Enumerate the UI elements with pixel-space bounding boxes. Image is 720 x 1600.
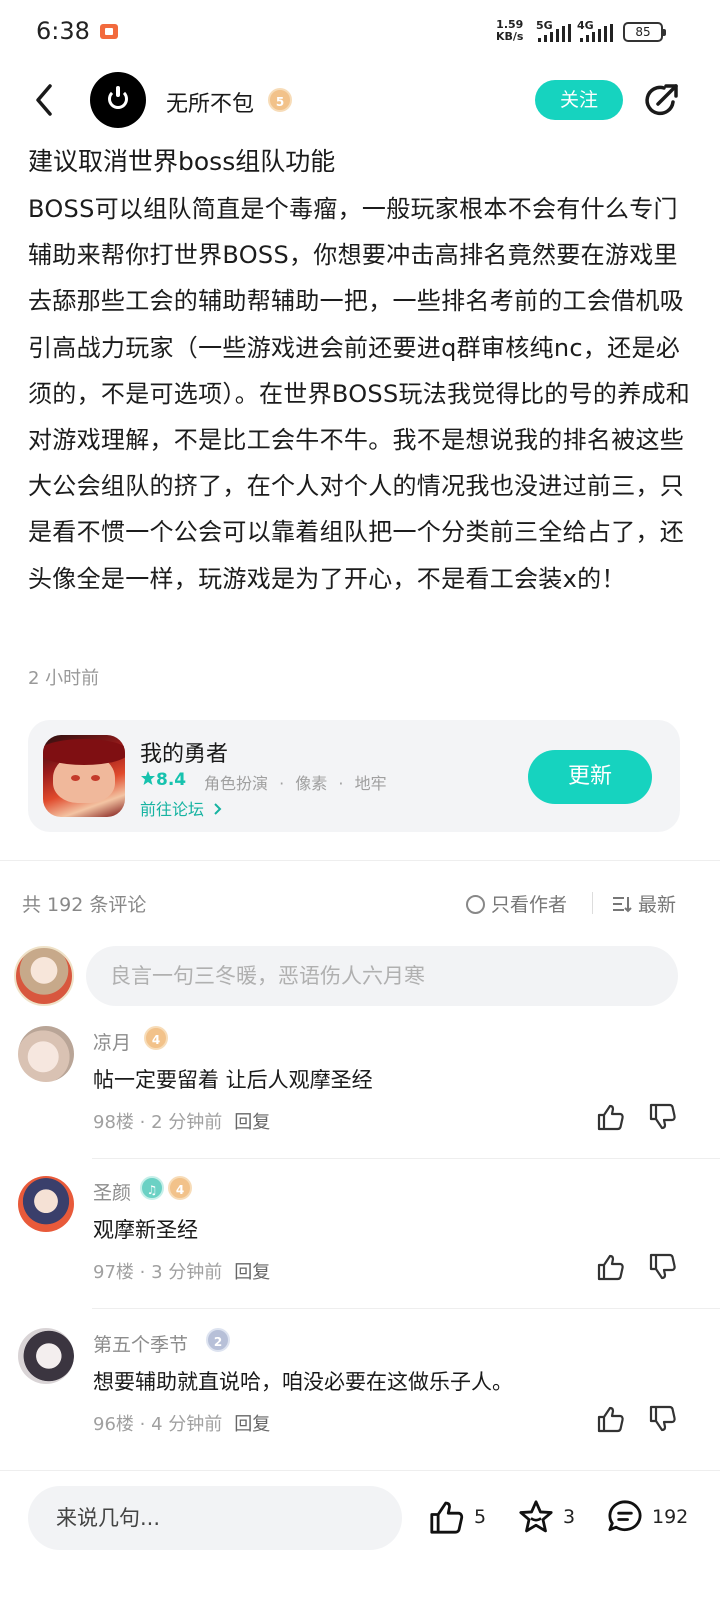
bottom-comment-input[interactable]: 来说几句... bbox=[28, 1486, 402, 1550]
sort-label: 最新 bbox=[638, 894, 677, 916]
game-tag: 地牢 bbox=[354, 774, 387, 793]
commenter-avatar[interactable] bbox=[18, 1328, 74, 1384]
commenter-avatar[interactable] bbox=[18, 1026, 74, 1082]
like-count: 5 bbox=[474, 1506, 487, 1528]
commenter-name[interactable]: 凉月 bbox=[93, 1028, 131, 1055]
author-avatar[interactable] bbox=[90, 72, 146, 128]
sort-icon bbox=[613, 897, 632, 913]
game-name: 我的勇者 bbox=[140, 742, 229, 767]
thumbs-down-icon[interactable] bbox=[648, 1102, 678, 1132]
comment-text: 帖一定要留着 让后人观摩圣经 bbox=[93, 1068, 373, 1092]
update-button[interactable]: 更新 bbox=[528, 750, 652, 804]
commenter-name[interactable]: 第五个季节 bbox=[93, 1330, 188, 1357]
divider bbox=[592, 892, 593, 914]
forum-link-label: 前往论坛 bbox=[140, 800, 205, 819]
divider bbox=[0, 860, 720, 861]
share-icon bbox=[645, 84, 678, 116]
reply-button[interactable]: 回复 bbox=[234, 1112, 270, 1133]
forum-link[interactable]: 前往论坛 bbox=[140, 796, 223, 820]
signal-4g-icon bbox=[580, 24, 616, 42]
follow-button[interactable]: 关注 bbox=[535, 80, 623, 120]
thumbs-down-icon[interactable] bbox=[648, 1404, 678, 1434]
bottom-action-bar: 来说几句... 5 3 192 bbox=[0, 1470, 720, 1600]
back-button[interactable] bbox=[26, 80, 66, 120]
my-avatar bbox=[14, 946, 74, 1006]
post-header: 无所不包 5 关注 bbox=[0, 68, 720, 132]
comment-time: 4 分钟前 bbox=[151, 1414, 223, 1435]
network-speed: 1.59 KB/s bbox=[496, 19, 523, 43]
commenter-level-badge: 4 bbox=[168, 1176, 192, 1200]
commenter-level-badge: 2 bbox=[206, 1328, 230, 1352]
share-button[interactable] bbox=[642, 80, 682, 120]
game-card[interactable]: 我的勇者 8.4 角色扮演 · 像素 · 地牢 前往论坛 更新 bbox=[28, 720, 680, 832]
comment-meta: 97楼 · 3 分钟前 回复 bbox=[93, 1262, 271, 1283]
thumbs-up-icon[interactable] bbox=[596, 1252, 626, 1282]
sort-button[interactable]: 最新 bbox=[612, 890, 676, 917]
comment-floor: 97楼 bbox=[93, 1262, 134, 1283]
comment-meta: 98楼 · 2 分钟前 回复 bbox=[93, 1112, 271, 1133]
reply-button[interactable]: 回复 bbox=[234, 1262, 270, 1283]
comment-time: 2 分钟前 bbox=[151, 1112, 223, 1133]
comment-meta: 96楼 · 4 分钟前 回复 bbox=[93, 1414, 271, 1435]
commenter-avatar[interactable] bbox=[18, 1176, 74, 1232]
favorite-count: 3 bbox=[563, 1506, 576, 1528]
comment-input[interactable]: 良言一句三冬暖，恶语伤人六月寒 bbox=[86, 946, 678, 1006]
game-tag: 角色扮演 bbox=[204, 774, 269, 793]
power-icon bbox=[108, 86, 128, 109]
author-name[interactable]: 无所不包 bbox=[166, 86, 254, 118]
comment-floor: 98楼 bbox=[93, 1112, 134, 1133]
thumbs-up-icon[interactable] bbox=[596, 1102, 626, 1132]
post-body: BOSS可以组队简直是个毒瘤，一般玩家根本不会有什么专门辅助来帮你打世界BOSS… bbox=[28, 195, 691, 593]
divider bbox=[92, 1158, 720, 1159]
speed-unit: KB/s bbox=[496, 30, 524, 43]
status-bar: 6:38 1.59 KB/s 5G 4G 85 bbox=[0, 0, 720, 64]
comment-button[interactable]: 192 bbox=[606, 1498, 692, 1538]
thumbs-up-icon bbox=[430, 1501, 464, 1534]
thumbs-up-icon[interactable] bbox=[596, 1404, 626, 1434]
only-author-toggle[interactable]: 只看作者 bbox=[466, 890, 567, 917]
back-arrow-icon bbox=[36, 84, 52, 116]
post-time: 2 小时前 bbox=[28, 668, 100, 689]
divider bbox=[0, 1470, 720, 1471]
comment-time: 3 分钟前 bbox=[151, 1262, 223, 1283]
chevron-right-icon bbox=[214, 803, 222, 815]
game-rating: 8.4 bbox=[140, 770, 186, 790]
post-title: 建议取消世界boss组队功能 bbox=[28, 147, 336, 176]
game-tags: 角色扮演 · 像素 · 地牢 bbox=[204, 774, 387, 793]
commenter-name[interactable]: 圣颜 bbox=[93, 1178, 131, 1205]
game-rating-value: 8.4 bbox=[156, 770, 187, 790]
like-button[interactable]: 5 bbox=[428, 1498, 498, 1538]
star-icon bbox=[141, 771, 155, 785]
divider bbox=[92, 1308, 720, 1309]
game-icon bbox=[43, 735, 125, 817]
status-time: 6:38 bbox=[36, 17, 90, 45]
reply-button[interactable]: 回复 bbox=[234, 1414, 270, 1435]
screen-record-icon bbox=[100, 24, 118, 39]
comment-count: 共 192 条评论 bbox=[22, 894, 147, 916]
signal-5g-icon bbox=[538, 24, 574, 42]
battery-icon: 85 bbox=[623, 22, 666, 42]
comment-bubble-icon bbox=[608, 1500, 642, 1532]
thumbs-down-icon[interactable] bbox=[648, 1252, 678, 1282]
comment-text: 观摩新圣经 bbox=[93, 1218, 198, 1242]
comment-floor: 96楼 bbox=[93, 1414, 134, 1435]
game-tag: 像素 bbox=[295, 774, 328, 793]
comment-text: 想要辅助就直说哈，咱没必要在这做乐子人。 bbox=[93, 1370, 513, 1394]
commenter-level-badge: 4 bbox=[144, 1026, 168, 1050]
star-icon bbox=[519, 1500, 553, 1533]
radio-circle-icon bbox=[466, 895, 485, 914]
author-level-badge: 5 bbox=[268, 88, 292, 112]
only-author-label: 只看作者 bbox=[491, 894, 568, 916]
mic-badge-icon: ♫ bbox=[140, 1176, 164, 1200]
comment-count-bottom: 192 bbox=[652, 1506, 689, 1528]
favorite-button[interactable]: 3 bbox=[517, 1498, 587, 1538]
